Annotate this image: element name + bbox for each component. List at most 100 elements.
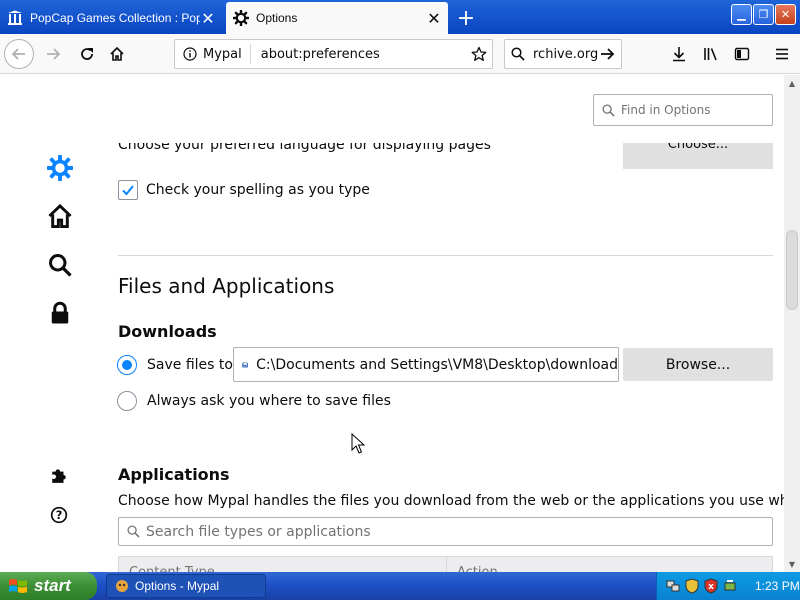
applications-heading: Applications	[118, 465, 230, 484]
identity-label: Mypal	[203, 46, 242, 62]
navigation-toolbar: Mypal about:preferences rchive.org	[0, 34, 800, 74]
home-icon	[48, 203, 72, 229]
window-minimize-button[interactable]: ▁	[731, 4, 752, 25]
start-button[interactable]: start	[0, 572, 97, 600]
sidebar-icon	[734, 47, 750, 61]
menu-button[interactable]	[767, 39, 797, 69]
spell-check-checkbox[interactable]	[118, 180, 138, 200]
mouse-pointer-icon	[351, 433, 365, 454]
gear-icon	[47, 155, 73, 181]
search-bar[interactable]: rchive.org	[504, 39, 622, 69]
window-close-button[interactable]: ✕	[775, 4, 796, 25]
home-icon	[110, 46, 124, 61]
arrow-right-icon	[47, 48, 61, 60]
home-button[interactable]	[102, 39, 132, 69]
library-columns-icon	[6, 9, 24, 27]
browse-button[interactable]: Browse...	[623, 348, 773, 381]
scroll-up-arrow-icon[interactable]: ▲	[784, 75, 800, 91]
category-general[interactable]	[46, 154, 74, 182]
mypal-app-icon	[116, 580, 128, 592]
category-extensions[interactable]	[48, 464, 70, 486]
search-icon	[602, 103, 615, 117]
tab-options[interactable]: Options ✕	[226, 2, 448, 34]
downloads-heading: Downloads	[118, 322, 217, 341]
checkmark-icon	[122, 185, 134, 196]
language-description: Choose your preferred language for displ…	[118, 143, 491, 153]
always-ask-label: Always ask you where to save files	[147, 393, 391, 409]
spell-check-label: Check your spelling as you type	[146, 182, 370, 198]
library-button[interactable]	[696, 39, 726, 69]
always-ask-radio[interactable]	[117, 391, 137, 411]
tab-strip: PopCap Games Collection : PopCap Games C…	[0, 0, 800, 34]
gear-icon	[232, 9, 250, 27]
applications-search-field[interactable]	[118, 517, 773, 546]
hamburger-menu-icon	[776, 48, 788, 60]
reload-button[interactable]	[72, 39, 102, 69]
bookmark-star-icon[interactable]	[466, 46, 492, 62]
info-icon	[183, 47, 197, 61]
sidebar-button[interactable]	[727, 39, 757, 69]
preferences-page: ? Choose your preferred language for dis…	[0, 75, 784, 572]
section-divider	[118, 255, 773, 256]
security-shield-icon[interactable]	[684, 578, 700, 594]
forward-button[interactable]	[38, 39, 68, 69]
close-icon[interactable]: ✕	[426, 9, 442, 28]
folder-icon	[242, 361, 248, 368]
close-icon[interactable]: ✕	[200, 9, 216, 28]
windows-logo-icon	[9, 579, 27, 593]
search-icon	[49, 254, 72, 277]
category-privacy[interactable]	[46, 299, 74, 327]
downloads-button[interactable]	[664, 39, 694, 69]
scrollbar-thumb[interactable]	[786, 230, 798, 310]
reload-icon	[81, 48, 93, 60]
vertical-scrollbar[interactable]: ▲ ▼	[784, 75, 800, 572]
search-icon	[127, 525, 140, 538]
applications-table-header: Content Type Action	[118, 556, 773, 572]
library-icon	[704, 48, 717, 61]
svg-text:x: x	[708, 582, 714, 592]
alert-shield-icon[interactable]: x	[703, 578, 719, 594]
system-tray: x 1:23 PM	[656, 572, 800, 600]
taskbar-item-label: Options - Mypal	[135, 579, 220, 593]
category-support[interactable]: ?	[48, 504, 70, 526]
system-clock[interactable]: 1:23 PM	[755, 579, 800, 593]
windows-taskbar: start Options - Mypal x 1:23 PM	[0, 572, 800, 600]
identity-box[interactable]: Mypal	[175, 44, 251, 64]
download-folder-field[interactable]: C:\Documents and Settings\VM8\Desktop\do…	[233, 347, 619, 382]
puzzle-piece-icon	[52, 469, 66, 483]
choose-language-button[interactable]: Choose...	[623, 143, 773, 169]
scroll-down-arrow-icon[interactable]: ▼	[784, 556, 800, 572]
url-bar[interactable]: Mypal about:preferences	[174, 39, 493, 69]
search-icon	[511, 47, 525, 61]
save-files-label: Save files to	[147, 357, 233, 373]
save-files-radio[interactable]	[117, 355, 137, 375]
svg-text:?: ?	[56, 509, 63, 522]
column-header-action[interactable]: Action	[447, 557, 772, 572]
find-in-options-input[interactable]	[621, 103, 761, 117]
download-icon	[673, 47, 685, 62]
applications-description: Choose how Mypal handles the files you d…	[118, 493, 784, 509]
column-header-content-type[interactable]: Content Type	[119, 557, 447, 572]
help-icon: ?	[50, 506, 68, 524]
back-button[interactable]	[4, 39, 34, 69]
go-arrow-icon[interactable]	[599, 46, 615, 62]
safely-remove-hardware-icon[interactable]	[722, 578, 738, 594]
arrow-left-icon	[11, 48, 25, 60]
window-maximize-button[interactable]: ❐	[753, 4, 774, 25]
start-label: start	[34, 576, 71, 595]
new-tab-button[interactable]: +	[452, 4, 480, 32]
lock-icon	[51, 301, 69, 324]
tab-title: PopCap Games Collection : PopCap Games C…	[30, 11, 200, 25]
category-search[interactable]	[46, 251, 74, 279]
applications-search-input[interactable]	[146, 523, 746, 540]
category-home[interactable]	[46, 202, 74, 230]
tab-title: Options	[256, 11, 298, 25]
url-text[interactable]: about:preferences	[251, 47, 466, 62]
files-and-applications-heading: Files and Applications	[118, 274, 335, 298]
search-text: rchive.org	[533, 46, 599, 62]
find-in-options-field[interactable]	[593, 94, 773, 126]
network-icon[interactable]	[665, 578, 681, 594]
taskbar-item-mypal[interactable]: Options - Mypal	[106, 574, 266, 598]
download-folder-path: C:\Documents and Settings\VM8\Desktop\do…	[256, 356, 618, 373]
tab-popcap[interactable]: PopCap Games Collection : PopCap Games C…	[0, 2, 222, 34]
